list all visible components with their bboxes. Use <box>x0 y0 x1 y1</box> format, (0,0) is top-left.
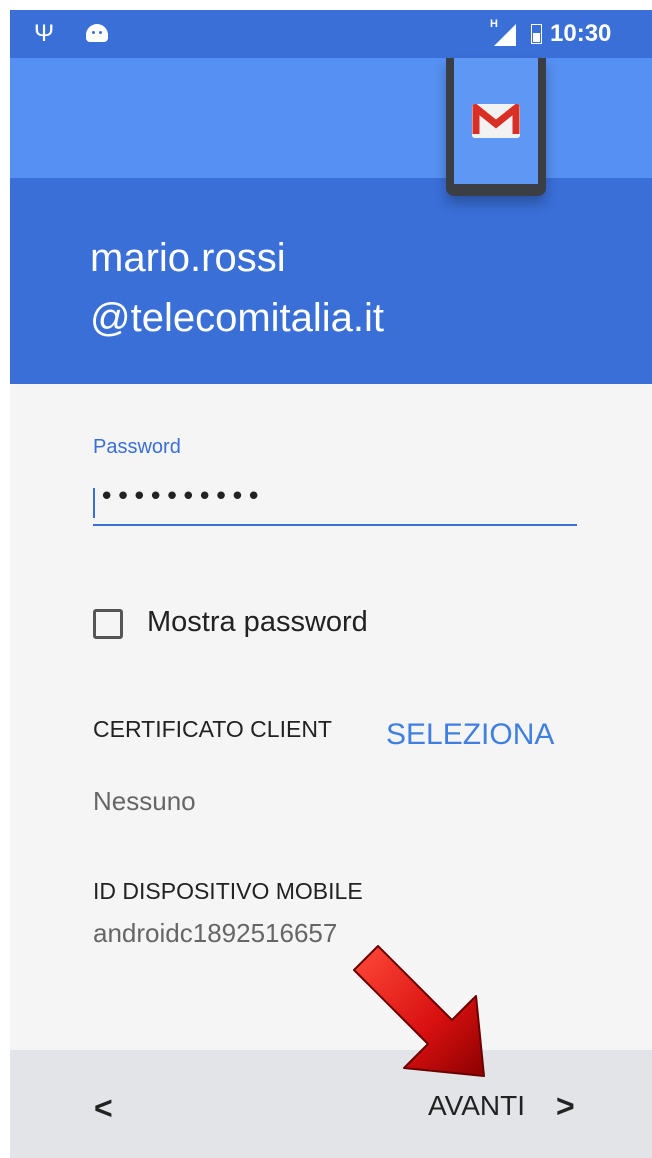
next-button[interactable]: AVANTI <box>428 1090 525 1122</box>
password-label: Password <box>93 436 181 458</box>
annotation-arrow-icon <box>353 945 485 1077</box>
device-id-value: androidc1892516657 <box>93 918 338 948</box>
password-underline <box>93 524 577 526</box>
password-value: •••••••••• <box>99 482 263 512</box>
usb-icon: Ψ <box>34 20 55 47</box>
status-time: 10:30 <box>550 20 612 47</box>
bottom-navigation-bar: < AVANTI > <box>10 1050 652 1158</box>
device-id-title: ID DISPOSITIVO MOBILE <box>93 878 363 904</box>
select-certificate-button[interactable]: SELEZIONA <box>386 718 554 752</box>
client-certificate-title: CERTIFICATO CLIENT <box>93 716 332 742</box>
email-line-1: mario.rossi <box>90 236 286 280</box>
account-email: mario.rossi @telecomitalia.it <box>90 228 384 348</box>
show-password-row[interactable]: Mostra password <box>93 606 493 646</box>
chevron-right-icon[interactable]: > <box>556 1088 575 1125</box>
battery-icon <box>531 24 542 44</box>
status-bar: Ψ H 10:30 <box>10 10 652 58</box>
password-field[interactable]: •••••••••• <box>93 480 577 526</box>
client-certificate-value: Nessuno <box>93 786 196 816</box>
signal-icon <box>494 24 516 46</box>
text-cursor <box>93 488 95 518</box>
show-password-checkbox[interactable] <box>93 609 123 639</box>
gmail-icon <box>472 104 520 138</box>
email-line-2: @telecomitalia.it <box>90 296 385 340</box>
android-icon <box>86 24 108 42</box>
show-password-label: Mostra password <box>147 606 368 638</box>
back-button[interactable]: < <box>94 1090 113 1127</box>
phone-illustration <box>446 58 546 196</box>
screen: Ψ H 10:30 mario.rossi @telecomitalia.it … <box>10 10 652 1158</box>
header-top-band <box>10 58 652 178</box>
